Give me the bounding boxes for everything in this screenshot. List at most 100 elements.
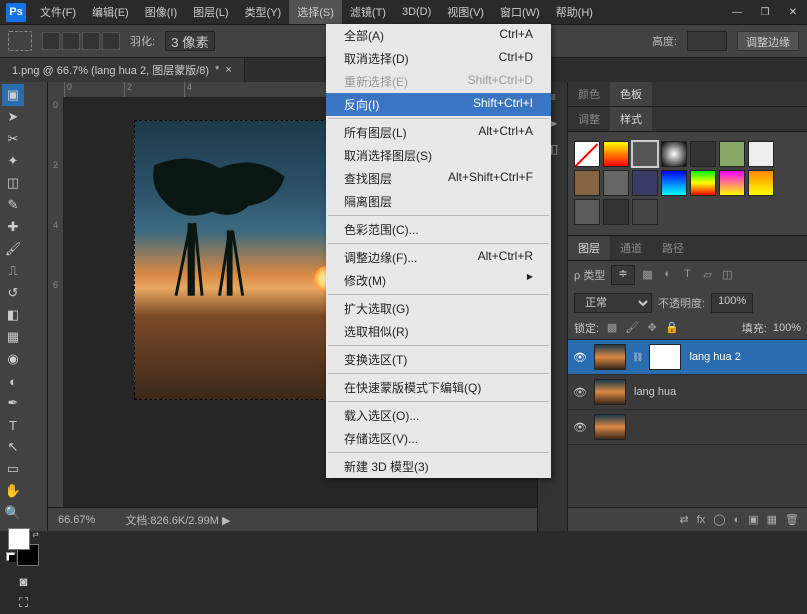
- menu-文件[interactable]: 文件(F): [32, 0, 84, 24]
- blur-tool-icon[interactable]: ◉: [2, 348, 24, 370]
- menu-item[interactable]: 在快速蒙版模式下编辑(Q): [326, 376, 551, 399]
- filter-smart-icon[interactable]: ◫: [721, 268, 735, 282]
- pen-tool-icon[interactable]: ✒: [2, 392, 24, 414]
- menu-图层[interactable]: 图层(L): [185, 0, 236, 24]
- layer-style-icon[interactable]: fx: [697, 514, 706, 526]
- menu-item[interactable]: 色彩范围(C)...: [326, 218, 551, 241]
- menu-item[interactable]: 所有图层(L)Alt+Ctrl+A: [326, 121, 551, 144]
- style-swatch[interactable]: [632, 141, 658, 167]
- gradient-tool-icon[interactable]: ▦: [2, 326, 24, 348]
- menu-item[interactable]: 变换选区(T): [326, 348, 551, 371]
- menu-item[interactable]: 扩大选取(G): [326, 297, 551, 320]
- channels-tab[interactable]: 通道: [610, 236, 652, 260]
- style-swatch[interactable]: [748, 170, 774, 196]
- move-tool-icon[interactable]: ➤: [2, 106, 24, 128]
- style-swatch[interactable]: [632, 199, 658, 225]
- menu-item[interactable]: 载入选区(O)...: [326, 404, 551, 427]
- filter-kind-select[interactable]: ≑: [611, 265, 634, 285]
- quickmask-icon[interactable]: ◙: [2, 570, 45, 592]
- magic-wand-tool-icon[interactable]: ✦: [2, 150, 24, 172]
- marquee-tool-icon[interactable]: ▣: [2, 84, 24, 106]
- menu-item[interactable]: 修改(M)▶: [326, 269, 551, 292]
- layer-row[interactable]: 👁⛓lang hua 2: [568, 340, 807, 375]
- filter-pixel-icon[interactable]: ▩: [641, 268, 655, 282]
- color-swatches[interactable]: ⇄: [6, 528, 41, 566]
- menu-选择[interactable]: 选择(S): [289, 0, 342, 24]
- vertical-ruler[interactable]: 0246: [48, 98, 64, 531]
- layer-thumbnail[interactable]: [594, 379, 626, 405]
- style-swatch[interactable]: [661, 141, 687, 167]
- lock-pixels-icon[interactable]: 🖌: [625, 321, 639, 335]
- shape-tool-icon[interactable]: ▭: [2, 458, 24, 480]
- menu-item[interactable]: 取消选择(D)Ctrl+D: [326, 47, 551, 70]
- menu-item[interactable]: 选取相似(R): [326, 320, 551, 343]
- styles-panel-tab[interactable]: 样式: [610, 107, 652, 131]
- opacity-value[interactable]: 100%: [711, 293, 753, 313]
- filter-adjust-icon[interactable]: ◐: [661, 268, 675, 282]
- style-swatch[interactable]: [719, 141, 745, 167]
- stamp-tool-icon[interactable]: ⎍: [2, 260, 24, 282]
- lock-position-icon[interactable]: ✥: [645, 321, 659, 335]
- fill-value[interactable]: 100%: [773, 322, 801, 334]
- style-swatch[interactable]: [719, 170, 745, 196]
- healing-brush-tool-icon[interactable]: ✚: [2, 216, 24, 238]
- status-menu-arrow-icon[interactable]: ▶: [222, 515, 230, 527]
- swatches-panel-tab[interactable]: 色板: [610, 82, 652, 106]
- marquee-tool-preset-icon[interactable]: [8, 31, 32, 51]
- refine-edge-button[interactable]: 调整边缘: [737, 31, 799, 51]
- menu-3D[interactable]: 3D(D): [394, 2, 439, 22]
- style-swatch[interactable]: [632, 170, 658, 196]
- layer-name[interactable]: lang hua 2: [687, 351, 803, 363]
- filter-type-icon[interactable]: T: [681, 268, 695, 282]
- selection-subtract-icon[interactable]: [82, 32, 100, 50]
- feather-input[interactable]: [165, 31, 215, 51]
- selection-intersect-icon[interactable]: [102, 32, 120, 50]
- menu-滤镜[interactable]: 滤镜(T): [342, 0, 394, 24]
- path-selection-tool-icon[interactable]: ↖: [2, 436, 24, 458]
- zoom-level[interactable]: 66.67%: [58, 514, 95, 526]
- link-layers-icon[interactable]: ⇄: [679, 513, 688, 526]
- eyedropper-tool-icon[interactable]: ✎: [2, 194, 24, 216]
- visibility-icon[interactable]: 👁: [572, 421, 588, 434]
- filter-shape-icon[interactable]: ▱: [701, 268, 715, 282]
- style-swatch[interactable]: [574, 170, 600, 196]
- blend-mode-select[interactable]: 正常: [574, 293, 652, 313]
- default-colors-icon[interactable]: [6, 552, 18, 564]
- close-tab-icon[interactable]: ×: [225, 64, 231, 76]
- brush-tool-icon[interactable]: 🖌: [2, 238, 24, 260]
- delete-layer-icon[interactable]: 🗑: [785, 513, 799, 526]
- menu-item[interactable]: 反向(I)Shift+Ctrl+I: [326, 93, 551, 116]
- minimize-button[interactable]: —: [723, 2, 751, 22]
- restore-button[interactable]: ❐: [751, 2, 779, 22]
- style-swatch[interactable]: [603, 199, 629, 225]
- new-layer-icon[interactable]: ▦: [767, 513, 777, 526]
- zoom-tool-icon[interactable]: 🔍: [2, 502, 24, 524]
- lock-all-icon[interactable]: 🔒: [665, 321, 679, 335]
- menu-窗口[interactable]: 窗口(W): [492, 0, 548, 24]
- group-icon[interactable]: ▣: [748, 513, 758, 526]
- menu-视图[interactable]: 视图(V): [439, 0, 492, 24]
- color-panel-tab[interactable]: 颜色: [568, 82, 610, 106]
- menu-item[interactable]: 全部(A)Ctrl+A: [326, 24, 551, 47]
- menu-item[interactable]: 存储选区(V)...: [326, 427, 551, 450]
- menu-item[interactable]: 新建 3D 模型(3): [326, 455, 551, 478]
- screenmode-icon[interactable]: ⛶: [2, 592, 45, 614]
- mask-thumbnail[interactable]: [649, 344, 681, 370]
- style-swatch[interactable]: [574, 199, 600, 225]
- layer-thumbnail[interactable]: [594, 414, 626, 440]
- layer-row[interactable]: 👁lang hua: [568, 375, 807, 410]
- menu-图像[interactable]: 图像(I): [137, 0, 185, 24]
- layer-thumbnail[interactable]: [594, 344, 626, 370]
- visibility-icon[interactable]: 👁: [572, 351, 588, 364]
- close-button[interactable]: ✕: [779, 2, 807, 22]
- style-swatch[interactable]: [661, 170, 687, 196]
- style-swatch[interactable]: [603, 170, 629, 196]
- style-swatch[interactable]: [748, 141, 774, 167]
- menu-帮助[interactable]: 帮助(H): [548, 0, 601, 24]
- selection-new-icon[interactable]: [42, 32, 60, 50]
- visibility-icon[interactable]: 👁: [572, 386, 588, 399]
- style-swatch[interactable]: [690, 141, 716, 167]
- hand-tool-icon[interactable]: ✋: [2, 480, 24, 502]
- type-tool-icon[interactable]: T: [2, 414, 24, 436]
- layers-tab[interactable]: 图层: [568, 236, 610, 260]
